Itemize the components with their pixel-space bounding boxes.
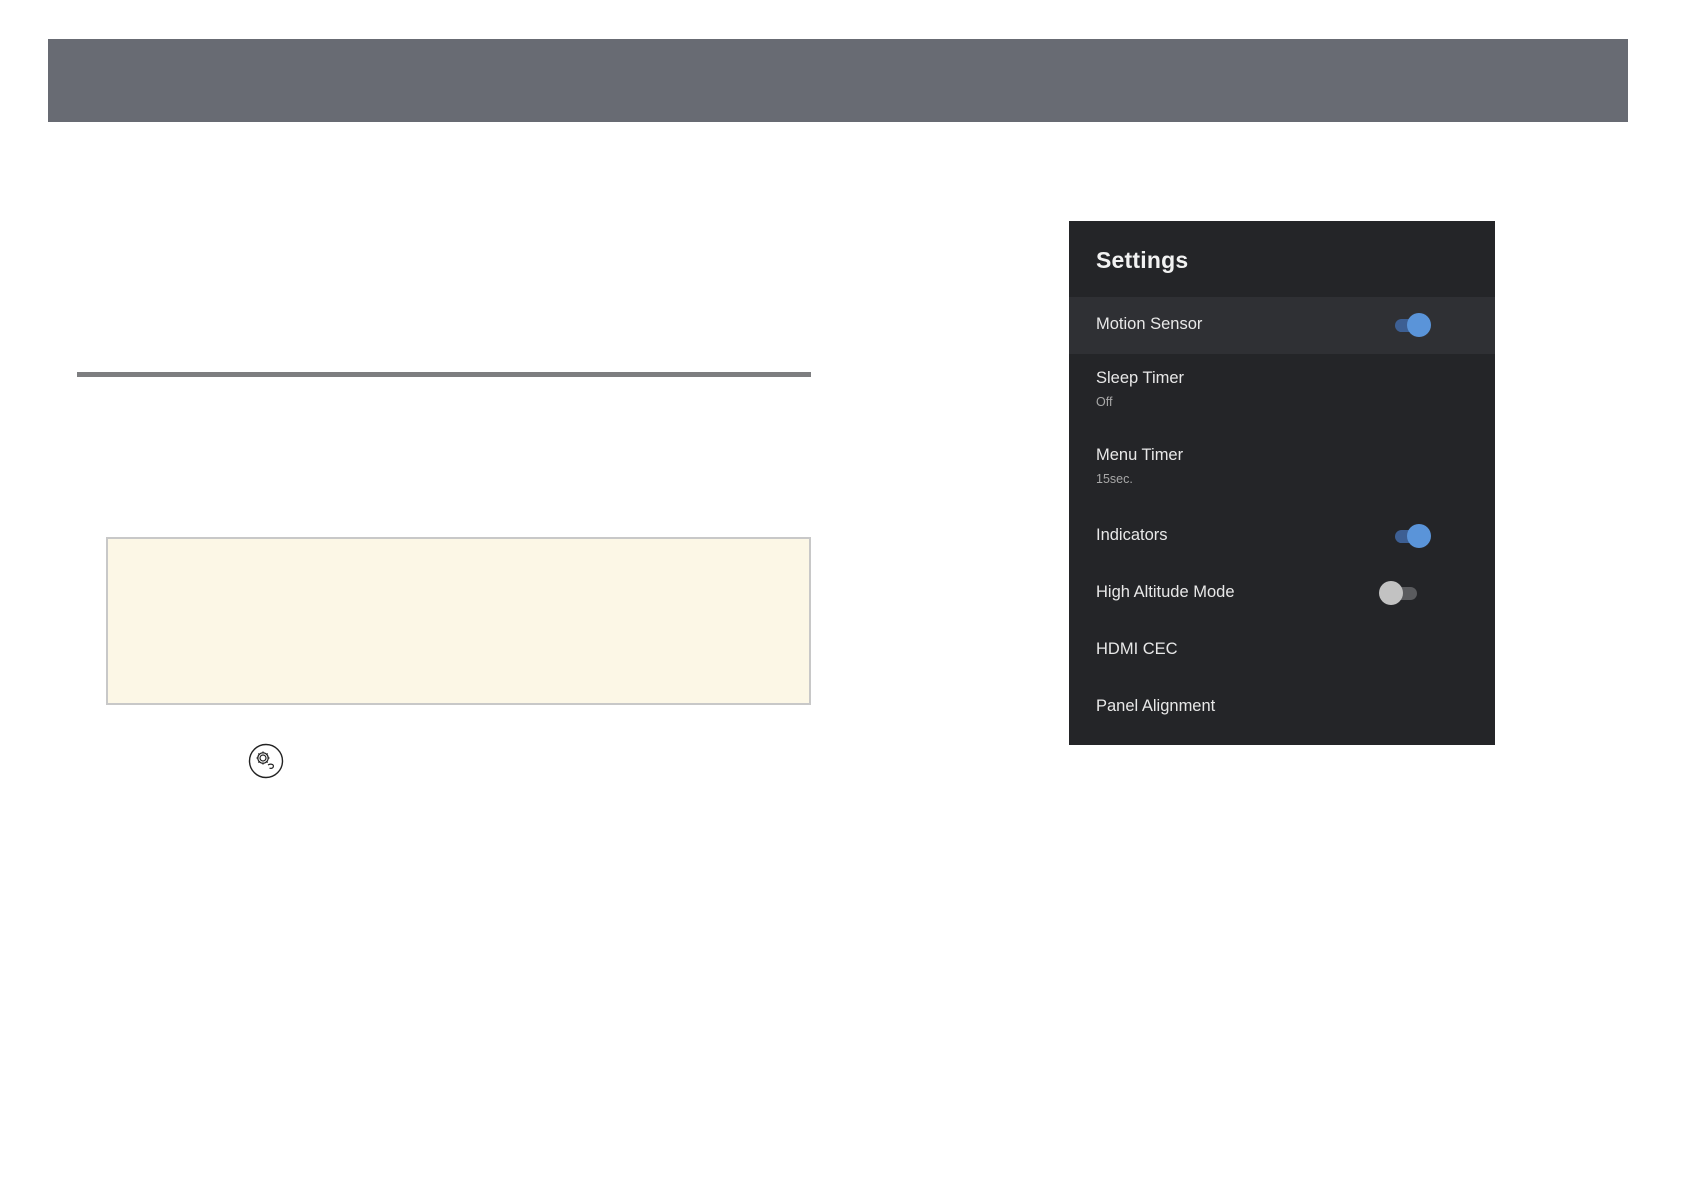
section-divider	[77, 372, 811, 377]
menu-item-label: Menu Timer	[1096, 446, 1184, 464]
menu-item-label: High Altitude Mode	[1096, 583, 1235, 601]
toggle-knob	[1407, 313, 1431, 337]
note-box	[106, 537, 811, 705]
menu-item-label: Indicators	[1096, 526, 1168, 544]
menu-item-label: Motion Sensor	[1096, 315, 1203, 333]
menu-item-value: 15sec.	[1096, 472, 1133, 486]
menu-item-high-altitude-mode[interactable]: High Altitude Mode	[1069, 565, 1495, 622]
settings-gear-icon	[248, 743, 284, 779]
menu-item-label: Panel Alignment	[1096, 697, 1216, 715]
menu-item-sleep-timer[interactable]: Sleep Timer Off	[1069, 354, 1495, 431]
toggle-knob	[1379, 581, 1403, 605]
panel-title: Settings	[1096, 247, 1189, 273]
menu-item-label: HDMI CEC	[1096, 640, 1178, 658]
menu-item-value: Off	[1096, 395, 1113, 409]
indicators-toggle[interactable]	[1391, 524, 1431, 548]
motion-sensor-toggle[interactable]	[1391, 313, 1431, 337]
toggle-knob	[1407, 524, 1431, 548]
menu-item-indicators[interactable]: Indicators	[1069, 508, 1495, 565]
menu-item-menu-timer[interactable]: Menu Timer 15sec.	[1069, 431, 1495, 508]
high-altitude-mode-toggle[interactable]	[1379, 581, 1423, 605]
settings-panel: Settings Motion Sensor Sleep Timer Off M…	[1069, 221, 1495, 745]
page-header-bar	[48, 39, 1628, 122]
menu-item-hdmi-cec[interactable]: HDMI CEC	[1069, 622, 1495, 679]
menu-item-panel-alignment[interactable]: Panel Alignment	[1069, 679, 1495, 736]
menu-item-label: Sleep Timer	[1096, 369, 1185, 387]
menu-item-motion-sensor[interactable]: Motion Sensor	[1069, 297, 1495, 354]
